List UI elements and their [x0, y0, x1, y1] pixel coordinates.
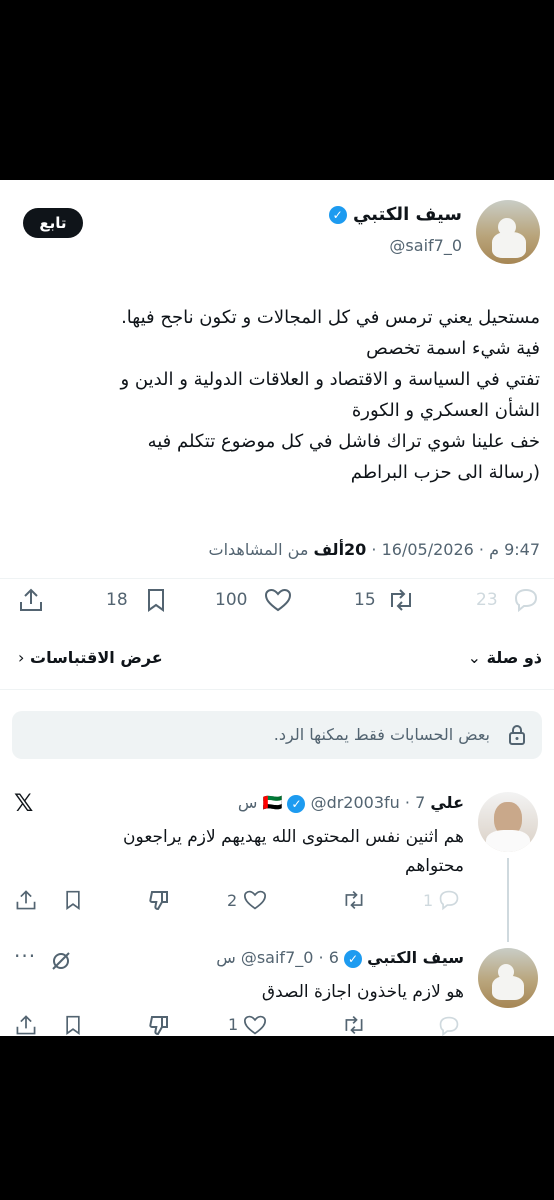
tweet-date[interactable]: 16/05/2026 [382, 540, 474, 559]
reply1-avatar[interactable] [478, 792, 538, 852]
thread-line [507, 858, 509, 942]
reply1-flag: 🇦🇪 [262, 793, 283, 812]
author-name-row[interactable]: سيف الكتبي ✓ [328, 204, 462, 225]
reply1-like-count: 2 [227, 891, 238, 910]
tweet-line: تفتي في السياسة و الاقتصاد و العلاقات ال… [120, 369, 540, 390]
tweet-time[interactable]: 9:47 م [489, 540, 540, 559]
verified-badge-icon: ✓ [343, 949, 362, 968]
follow-button[interactable]: تابع [23, 208, 83, 238]
reply-icon[interactable] [437, 889, 461, 911]
reply1-header: علي 🇦🇪 ✓ @dr2003fu · 7 س [237, 793, 464, 813]
reply-restriction-notice: بعض الحسابات فقط يمكنها الرد. [12, 711, 542, 759]
lock-icon [506, 724, 528, 750]
bookmark-icon[interactable] [63, 889, 83, 911]
reply1-display-name[interactable]: علي [430, 793, 464, 812]
more-icon[interactable]: ··· [14, 944, 36, 968]
reply2-handle[interactable]: @saif7_0 [241, 948, 314, 967]
reply2-header: سيف الكتبي ✓ @saif7_0 · 6 س [216, 948, 464, 968]
tweet-line: الشأن العسكري و الكورة [351, 400, 540, 421]
retweet-count: 15 [354, 590, 376, 610]
share-icon[interactable] [14, 1013, 38, 1037]
retweet-icon[interactable] [386, 587, 416, 613]
chevron-down-icon: ⌄ [467, 648, 481, 667]
bookmark-icon[interactable] [63, 1014, 83, 1036]
reply2-line: هو لازم ياخذون اجازة الصدق [261, 982, 464, 1002]
tweet-meta: 9:47 م · 16/05/2026 · 20ألف من المشاهدات [208, 540, 541, 559]
share-icon[interactable] [17, 586, 45, 614]
view-quotes-link[interactable]: عرض الاقتباسات ‹ [18, 648, 163, 667]
share-icon[interactable] [14, 888, 38, 912]
bookmark-icon[interactable] [144, 587, 168, 613]
chevron-left-icon: ‹ [18, 648, 25, 667]
quotes-label: عرض الاقتباسات [29, 648, 163, 667]
reply-icon[interactable] [512, 587, 540, 613]
tweet-screen: سيف الكتبي ✓ @saif7_0 تابع مستحيل يعني ت… [0, 180, 554, 1037]
related-toggle[interactable]: ذو صلة ⌄ [468, 648, 542, 667]
verified-badge-icon: ✓ [328, 206, 347, 224]
reply2-text: هو لازم ياخذون اجازة الصدق [14, 978, 464, 1007]
like-count: 100 [215, 590, 248, 610]
reply-count: 23 [476, 590, 498, 610]
x-logo-icon[interactable]: 𝕏 [14, 789, 33, 817]
bookmark-count: 18 [106, 590, 128, 610]
dislike-icon[interactable] [148, 889, 172, 911]
author-handle[interactable]: @saif7_0 [389, 236, 462, 255]
like-icon[interactable] [242, 1014, 268, 1036]
tweet-line: خف علينا شوي تراك فاشل في كل موضوع تتكلم… [147, 431, 540, 452]
author-avatar[interactable] [476, 200, 540, 264]
views-label: من المشاهدات [208, 540, 309, 559]
reply1-reply-count: 1 [423, 891, 434, 910]
reply2-display-name[interactable]: سيف الكتبي [367, 948, 464, 967]
tweet-text: مستحيل يعني ترمس في كل المجالات و تكون ن… [10, 302, 540, 488]
reply1-text: هم اثنين نفس المحتوى الله يهديهم لازم ير… [14, 823, 464, 881]
retweet-icon[interactable] [341, 889, 367, 911]
related-label: ذو صلة [486, 648, 542, 667]
tweet-line: مستحيل يعني ترمس في كل المجالات و تكون ن… [121, 307, 540, 328]
reply2-like-count: 1 [228, 1015, 239, 1034]
tweet-line: (رسالة الى حزب البراطم [350, 462, 540, 483]
reply1-line: محتواهم [405, 856, 464, 876]
verified-badge-icon: ✓ [287, 794, 306, 813]
reply2-avatar[interactable] [478, 948, 538, 1008]
reply1-handle[interactable]: @dr2003fu [311, 793, 400, 812]
mute-icon[interactable] [50, 950, 72, 972]
restriction-text: بعض الحسابات فقط يمكنها الرد. [273, 725, 490, 744]
like-icon[interactable] [263, 587, 293, 613]
retweet-icon[interactable] [341, 1014, 367, 1036]
views-count: 20ألف [313, 540, 367, 559]
dislike-icon[interactable] [148, 1014, 172, 1036]
like-icon[interactable] [242, 889, 268, 911]
reply1-line: هم اثنين نفس المحتوى الله يهديهم لازم ير… [123, 827, 464, 847]
author-display-name[interactable]: سيف الكتبي [353, 204, 462, 225]
reply-icon[interactable] [437, 1015, 461, 1037]
tweet-line: فية شيء اسمة تخصص [366, 338, 540, 359]
